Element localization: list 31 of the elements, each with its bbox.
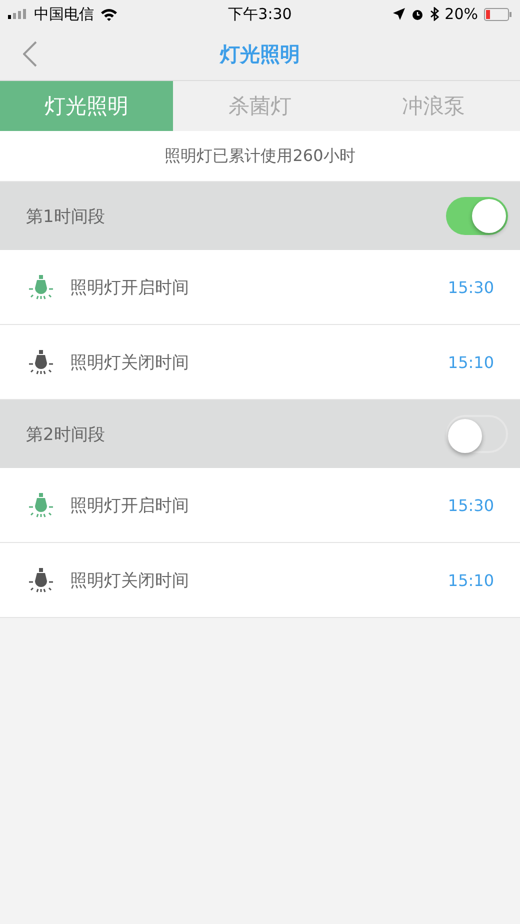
light-bulb-icon xyxy=(28,567,54,593)
time-row[interactable]: 照明灯关闭时间 15:10 xyxy=(0,325,520,400)
battery-icon xyxy=(484,8,512,20)
usage-summary: 照明灯已累计使用260小时 xyxy=(0,131,520,182)
alarm-clock-icon xyxy=(410,8,424,20)
time-value: 15:30 xyxy=(448,496,494,514)
light-bulb-icon xyxy=(28,492,54,518)
wifi-icon xyxy=(100,8,118,20)
period-label: 第1时间段 xyxy=(26,206,105,228)
battery-percent: 20% xyxy=(444,5,478,23)
time-row[interactable]: 照明灯开启时间 15:30 xyxy=(0,250,520,325)
carrier-name: 中国电信 xyxy=(34,4,94,24)
time-row[interactable]: 照明灯开启时间 15:30 xyxy=(0,468,520,543)
row-label: 照明灯关闭时间 xyxy=(70,352,190,374)
time-row[interactable]: 照明灯关闭时间 15:10 xyxy=(0,543,520,618)
light-bulb-icon xyxy=(28,349,54,375)
clock-time: 下午3:30 xyxy=(228,4,292,24)
row-label: 照明灯开启时间 xyxy=(70,276,190,298)
toggle-switch[interactable] xyxy=(446,415,508,453)
row-label: 照明灯关闭时间 xyxy=(70,570,190,592)
location-arrow-icon xyxy=(392,8,405,20)
time-value: 15:10 xyxy=(448,352,494,372)
light-bulb-icon xyxy=(28,274,54,300)
time-value: 15:10 xyxy=(448,570,494,590)
time-value: 15:30 xyxy=(448,278,494,296)
toggle-switch[interactable] xyxy=(446,197,508,235)
page-title: 灯光照明 xyxy=(220,40,300,68)
period-label: 第2时间段 xyxy=(26,424,105,446)
bluetooth-icon xyxy=(430,7,439,21)
signal-icon xyxy=(8,9,28,19)
row-label: 照明灯开启时间 xyxy=(70,494,190,516)
